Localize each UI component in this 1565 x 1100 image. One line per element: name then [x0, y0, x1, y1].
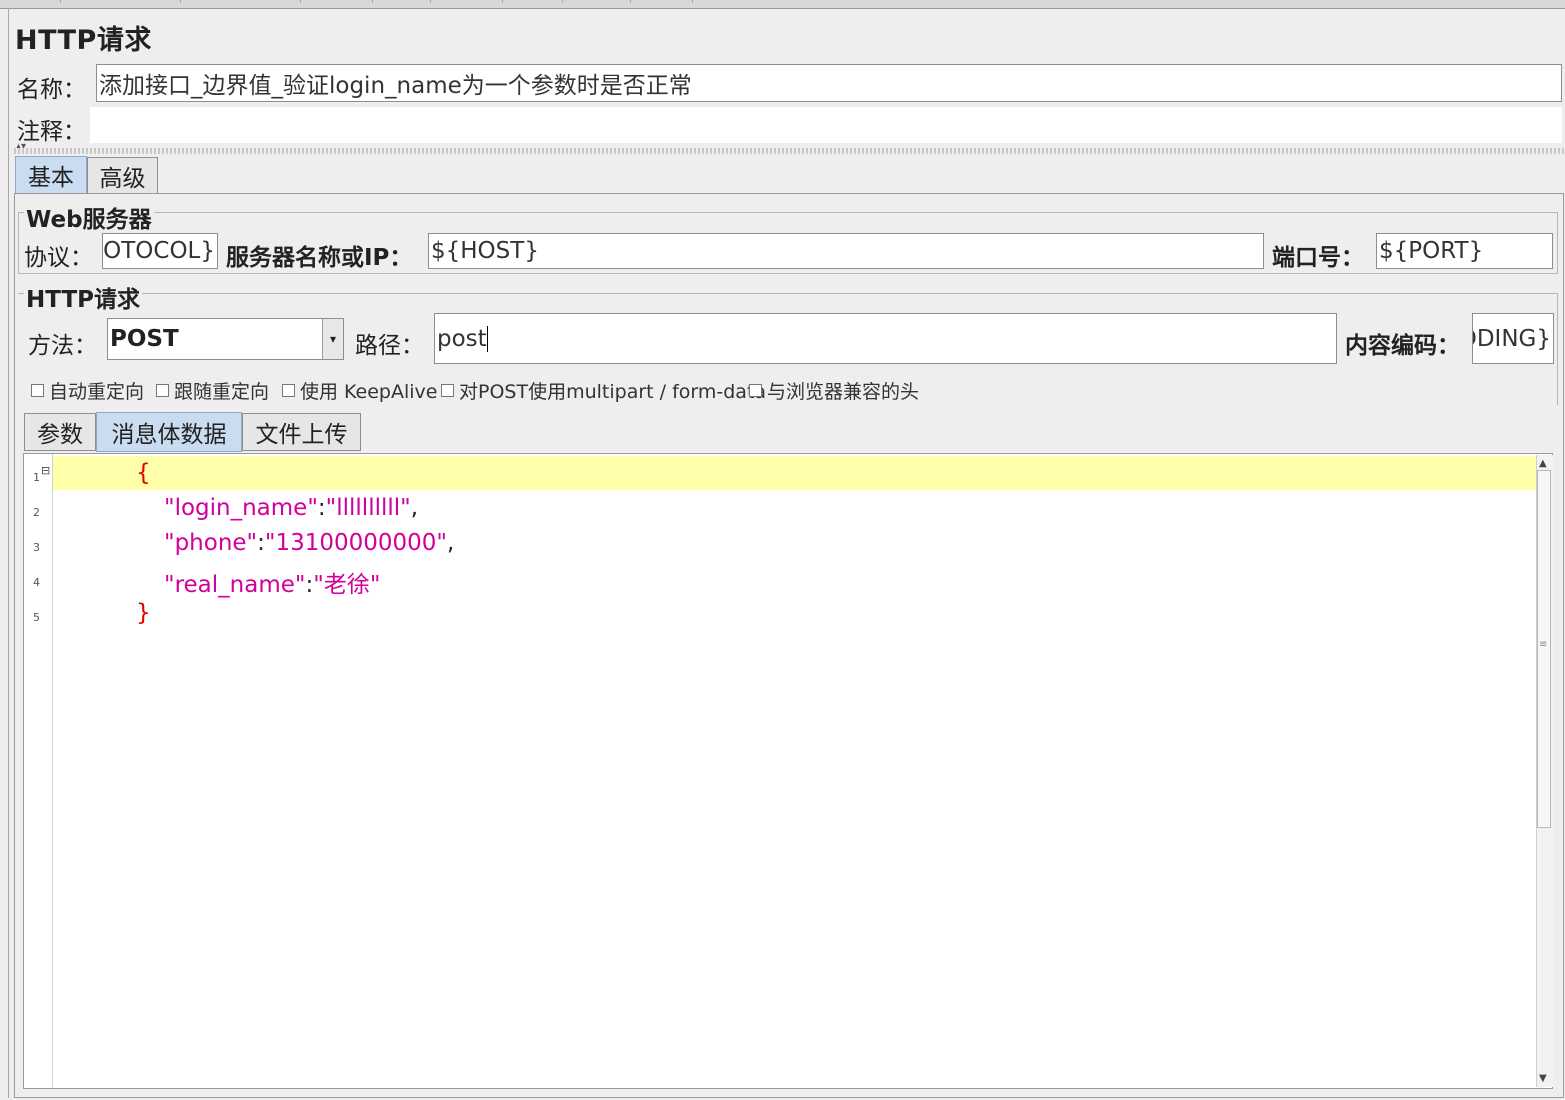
checkbox-follow-redirects[interactable]: 跟随重定向 [156, 377, 269, 404]
line-number: 1 [33, 471, 40, 484]
checkbox-label: 跟随重定向 [174, 381, 270, 403]
tab-file-upload[interactable]: 文件上传 [242, 413, 361, 451]
port-field-value: ${PORT} [1379, 238, 1484, 264]
scroll-up-icon[interactable]: ▲ [1539, 458, 1547, 469]
name-label: 名称： [17, 77, 86, 103]
protocol-field-value: ${PROTOCOL} [103, 238, 215, 264]
json-colon: : [317, 495, 326, 521]
path-label: 路径： [355, 333, 424, 359]
server-label: 服务器名称或IP： [226, 245, 413, 271]
current-line-highlight [53, 456, 1536, 490]
tab-basic-label: 基本 [28, 165, 74, 191]
panel-splitter[interactable] [14, 148, 1564, 154]
checkbox-auto-redirect[interactable]: 自动重定向 [31, 377, 144, 404]
tab-parameters[interactable]: 参数 [24, 413, 96, 451]
name-field[interactable]: 添加接口_边界值_验证login_name为一个参数时是否正常 [96, 64, 1562, 102]
line-number: 3 [33, 541, 40, 554]
close-brace: } [136, 600, 151, 626]
json-key: "login_name" [164, 495, 318, 521]
protocol-label: 协议： [24, 245, 93, 271]
port-label: 端口号： [1272, 245, 1364, 271]
comment-field[interactable] [90, 107, 1562, 143]
json-value: "llllllllll" [325, 495, 411, 521]
json-key: "phone" [164, 530, 258, 556]
checkbox-keepalive[interactable]: 使用 KeepAlive [282, 377, 437, 404]
http-request-group-title: HTTP请求 [24, 280, 143, 314]
encoding-field-value: ${ENCODING} [1473, 325, 1551, 352]
code-line-1: { [136, 460, 151, 486]
path-field-value: post [437, 325, 487, 352]
checkbox-browser-headers[interactable]: 与浏览器兼容的头 [749, 377, 919, 404]
tab-advanced[interactable]: 高级 [87, 157, 158, 194]
checkbox-label: 对POST使用multipart / form-data [459, 381, 767, 403]
json-value: "13100000000" [264, 530, 448, 556]
json-comma: , [447, 530, 455, 556]
line-number: 4 [33, 576, 40, 589]
page-title: HTTP请求 [15, 25, 152, 56]
fold-icon[interactable]: ⊟ [41, 464, 50, 477]
server-field[interactable]: ${HOST} [428, 233, 1264, 269]
json-comma: , [410, 495, 419, 521]
method-select[interactable]: POST ▾ [107, 318, 344, 360]
checkbox-label: 使用 KeepAlive [300, 381, 438, 403]
json-value: "老徐" [313, 572, 381, 598]
checkbox-icon[interactable] [749, 384, 762, 397]
code-line-4: "real_name":"老徐" [164, 565, 380, 599]
encoding-field[interactable]: ${ENCODING} [1472, 313, 1554, 364]
grip-icon: ≡ [1539, 639, 1548, 650]
line-number: 2 [33, 506, 40, 519]
checkbox-label: 与浏览器兼容的头 [767, 381, 920, 403]
chevron-down-icon[interactable]: ▾ [322, 319, 343, 359]
tab-basic[interactable]: 基本 [15, 156, 87, 194]
code-line-5: } [136, 600, 151, 626]
code-line-2: "login_name":"llllllllll", [164, 495, 418, 521]
json-key: "real_name" [164, 572, 306, 598]
checkbox-icon[interactable] [441, 384, 454, 397]
name-field-value: 添加接口_边界值_验证login_name为一个参数时是否正常 [99, 73, 692, 99]
encoding-label: 内容编码： [1345, 333, 1460, 359]
tab-parameters-label: 参数 [37, 422, 83, 448]
checkbox-icon[interactable] [156, 384, 169, 397]
port-field[interactable]: ${PORT} [1376, 233, 1553, 269]
web-server-group-title: Web服务器 [24, 200, 154, 234]
comment-label: 注释： [17, 119, 86, 145]
checkbox-icon[interactable] [282, 384, 295, 397]
scroll-down-icon[interactable]: ▼ [1539, 1073, 1547, 1084]
tab-file-upload-label: 文件上传 [255, 422, 348, 448]
json-colon: : [257, 530, 265, 556]
tab-body-data[interactable]: 消息体数据 [96, 412, 242, 452]
method-label: 方法： [28, 333, 97, 359]
method-select-value: POST [110, 326, 179, 352]
checkbox-icon[interactable] [31, 384, 44, 397]
tab-advanced-label: 高级 [99, 165, 146, 192]
code-line-3: "phone":"13100000000", [164, 530, 454, 556]
path-field[interactable]: post [434, 313, 1337, 364]
checkbox-label: 自动重定向 [49, 381, 145, 403]
text-caret [486, 325, 488, 352]
protocol-field[interactable]: ${PROTOCOL} [102, 233, 218, 269]
line-number: 5 [33, 611, 40, 624]
open-brace: { [136, 460, 151, 486]
server-field-value: ${HOST} [431, 238, 539, 264]
checkbox-multipart[interactable]: 对POST使用multipart / form-data [441, 377, 766, 404]
tab-body-data-label: 消息体数据 [111, 422, 227, 448]
